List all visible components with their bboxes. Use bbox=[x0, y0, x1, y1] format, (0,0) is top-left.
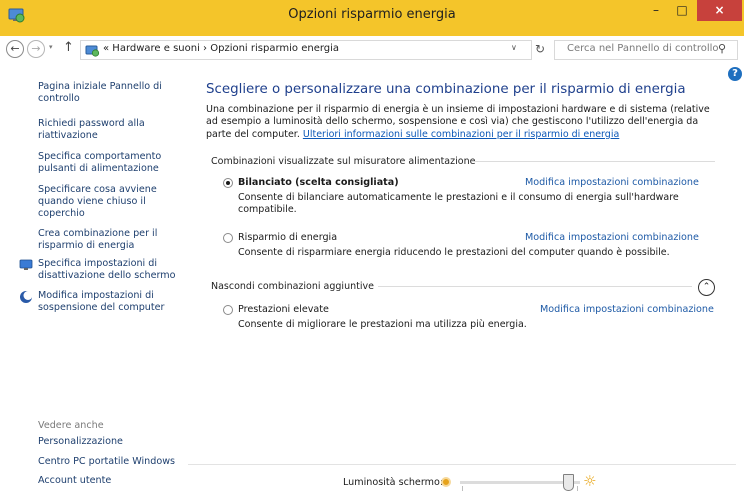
plan-desc-high-performance: Consente di migliorare le prestazioni ma… bbox=[238, 319, 527, 330]
learn-more-link[interactable]: Ulteriori informazioni sulle combinazion… bbox=[303, 129, 619, 140]
sidebar-item-create-plan[interactable]: Crea combinazione per il risparmio di en… bbox=[38, 228, 188, 252]
recent-locations-button[interactable]: ▾ bbox=[49, 43, 53, 51]
sidebar-item-display-off[interactable]: Specifica impostazioni di disattivazione… bbox=[38, 258, 188, 282]
address-dropdown-button[interactable]: ∨ bbox=[511, 43, 517, 52]
plan-name-high-performance[interactable]: Prestazioni elevate bbox=[238, 304, 329, 315]
up-button[interactable]: ↑ bbox=[63, 40, 74, 55]
brightness-low-icon bbox=[441, 477, 451, 487]
brightness-slider-thumb[interactable] bbox=[562, 474, 574, 491]
brightness-high-icon: ☼ bbox=[583, 472, 597, 490]
close-button[interactable]: × bbox=[697, 0, 742, 21]
plan-desc-power-saver: Consente di risparmiare energia riducend… bbox=[238, 247, 670, 258]
forward-button[interactable]: → bbox=[27, 40, 45, 58]
window-title: Opzioni risparmio energia bbox=[288, 7, 456, 22]
sidebar-item-require-password[interactable]: Richiedi password alla riattivazione bbox=[38, 118, 188, 142]
page-description: Una combinazione per il risparmio di ene… bbox=[206, 104, 718, 141]
collapse-button[interactable]: ⌃ bbox=[698, 279, 715, 296]
plan-settings-link-balanced[interactable]: Modifica impostazioni combinazione bbox=[525, 177, 699, 188]
plan-radio-balanced[interactable] bbox=[223, 178, 233, 188]
breadcrumb[interactable]: « Hardware e suoni › Opzioni risparmio e… bbox=[103, 43, 339, 54]
plan-settings-link-high-performance[interactable]: Modifica impostazioni combinazione bbox=[540, 304, 714, 315]
see-also-mobility-center[interactable]: Centro PC portatile Windows bbox=[38, 456, 175, 467]
plan-desc-balanced: Consente di bilanciare automaticamente l… bbox=[238, 192, 679, 216]
brightness-slider-ticks bbox=[462, 486, 578, 491]
section-shown-plans: Combinazioni visualizzate sul misuratore… bbox=[211, 156, 476, 167]
help-icon[interactable]: ? bbox=[728, 67, 742, 81]
plan-settings-link-power-saver[interactable]: Modifica impostazioni combinazione bbox=[525, 232, 699, 243]
search-placeholder: Cerca nel Pannello di controllo bbox=[567, 43, 719, 54]
sidebar-item-control-panel-home[interactable]: Pagina iniziale Pannello di controllo bbox=[38, 81, 188, 105]
see-also-user-accounts[interactable]: Account utente bbox=[38, 475, 111, 486]
sidebar-item-power-buttons[interactable]: Specifica comportamento pulsanti di alim… bbox=[38, 151, 188, 175]
section-hidden-plans[interactable]: Nascondi combinazioni aggiuntive bbox=[211, 281, 374, 292]
search-icon[interactable]: ⚲ bbox=[718, 42, 726, 55]
maximize-button[interactable]: □ bbox=[669, 0, 695, 21]
section-divider bbox=[378, 286, 692, 287]
section-divider bbox=[472, 161, 715, 162]
plan-name-power-saver[interactable]: Risparmio di energia bbox=[238, 232, 337, 243]
brightness-label: Luminosità schermo: bbox=[343, 477, 444, 488]
bottom-divider bbox=[188, 464, 736, 465]
see-also-personalization[interactable]: Personalizzazione bbox=[38, 436, 123, 447]
sidebar-item-sleep[interactable]: Modifica impostazioni di sospensione del… bbox=[38, 290, 188, 314]
plan-name-balanced[interactable]: Bilanciato (scelta consigliata) bbox=[238, 177, 399, 188]
location-icon bbox=[84, 42, 100, 58]
moon-icon bbox=[19, 290, 33, 304]
see-also-heading: Vedere anche bbox=[38, 420, 104, 431]
page-title: Scegliere o personalizzare una combinazi… bbox=[206, 82, 686, 97]
plan-radio-high-performance[interactable] bbox=[223, 305, 233, 315]
refresh-button[interactable]: ↻ bbox=[530, 40, 550, 60]
display-icon bbox=[19, 258, 33, 272]
back-button[interactable]: ← bbox=[6, 40, 24, 58]
plan-radio-power-saver[interactable] bbox=[223, 233, 233, 243]
minimize-button[interactable]: – bbox=[643, 0, 669, 21]
sidebar-item-lid-close[interactable]: Specificare cosa avviene quando viene ch… bbox=[38, 184, 188, 220]
